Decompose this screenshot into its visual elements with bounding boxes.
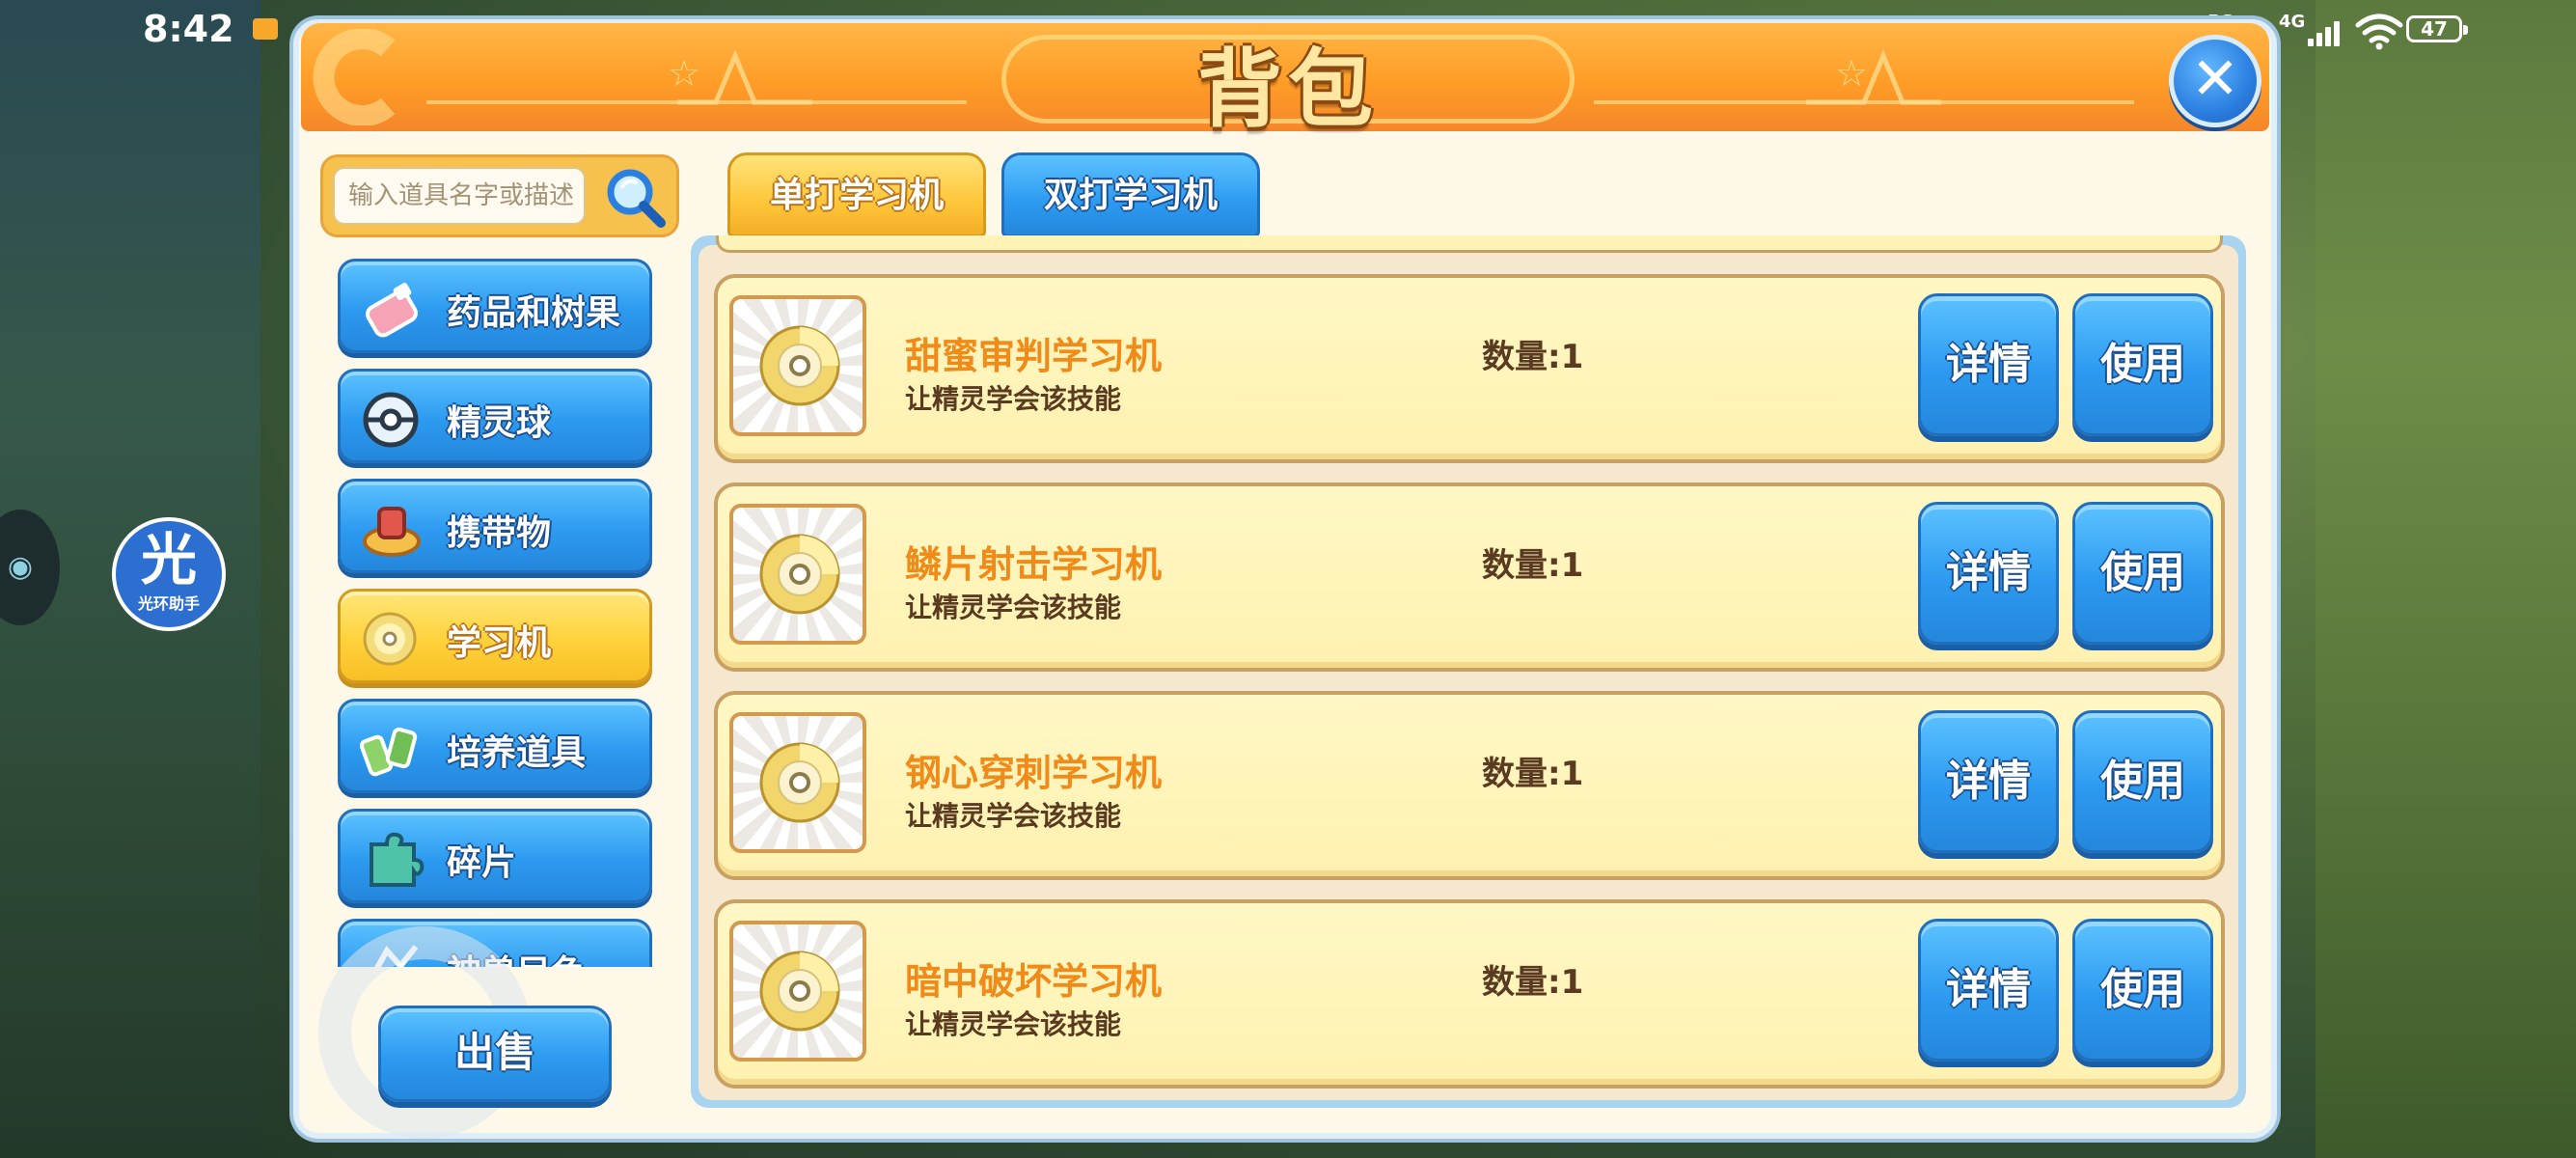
use-button[interactable]: 使用 <box>2072 293 2213 436</box>
pokeball-icon <box>363 392 419 448</box>
item-quantity: 数量:1 <box>1482 963 1584 1002</box>
zigzag-decoration-icon <box>677 49 812 105</box>
detail-button[interactable]: 详情 <box>1918 502 2059 645</box>
training-item-icon <box>359 727 418 777</box>
item-description: 让精灵学会该技能 <box>905 383 1122 415</box>
item-quantity: 数量:1 <box>1482 338 1584 376</box>
status-time: 8:42 <box>143 8 234 50</box>
item-quantity: 数量:1 <box>1482 546 1584 585</box>
detail-button[interactable]: 详情 <box>1918 710 2059 853</box>
signal-4g-label: 4G <box>2279 12 2306 32</box>
zigzag-decoration-icon <box>1806 49 1941 105</box>
helper-label: 光环助手 <box>137 594 200 613</box>
game-background-right <box>2316 0 2576 1158</box>
item-description: 让精灵学会该技能 <box>905 592 1122 623</box>
use-button[interactable]: 使用 <box>2072 710 2213 853</box>
item-thumbnail <box>729 504 866 645</box>
item-name: 甜蜜审判学习机 <box>905 335 1163 377</box>
detail-button[interactable]: 详情 <box>1918 293 2059 436</box>
category-label: 碎片 <box>447 843 517 883</box>
item-description: 让精灵学会该技能 <box>905 800 1122 832</box>
battery-icon: 47 <box>2406 15 2468 42</box>
tab-double-battle-tm[interactable]: 双打学习机 <box>1001 152 1260 237</box>
notification-icon <box>253 18 278 40</box>
item-name: 鳞片射击学习机 <box>905 543 1163 586</box>
wifi-icon <box>2355 14 2403 50</box>
category-label: 携带物 <box>447 513 552 553</box>
disc-icon <box>759 325 840 406</box>
item-thumbnail <box>729 712 866 853</box>
disc-icon <box>759 951 840 1032</box>
use-button[interactable]: 使用 <box>2072 919 2213 1062</box>
sell-button[interactable]: 出售 <box>378 1006 612 1102</box>
search-bar <box>320 154 679 237</box>
dialog-title: 背包 <box>1196 40 1379 139</box>
category-sidebar: 药品和树果 精灵球 携带物 学习机 培养道具 碎片 <box>334 255 658 967</box>
close-icon: ✕ <box>2190 45 2240 113</box>
helper-glyph: 光 <box>140 527 197 593</box>
category-fragments[interactable]: 碎片 <box>338 809 652 903</box>
signal-bars-icon <box>2308 15 2344 46</box>
header-decoration-icon <box>313 29 396 125</box>
item-description: 让精灵学会该技能 <box>905 1008 1122 1040</box>
use-button[interactable]: 使用 <box>2072 502 2213 645</box>
category-label: 培养道具 <box>447 733 587 773</box>
detail-button[interactable]: 详情 <box>1918 919 2059 1062</box>
item-name: 暗中破坏学习机 <box>905 960 1163 1003</box>
category-label: 精灵球 <box>447 403 552 443</box>
potion-icon <box>366 283 418 338</box>
tab-single-battle-tm[interactable]: 单打学习机 <box>727 152 986 237</box>
category-held-items[interactable]: 携带物 <box>338 479 652 573</box>
held-item-icon <box>363 507 421 557</box>
list-item: 鳞片射击学习机 让精灵学会该技能 数量:1 详情 使用 <box>714 482 2225 672</box>
item-thumbnail <box>729 921 866 1062</box>
previous-item-edge <box>716 235 2223 253</box>
disc-icon <box>759 742 840 823</box>
item-name: 钢心穿刺学习机 <box>905 752 1163 794</box>
category-medicine-berries[interactable]: 药品和树果 <box>338 259 652 353</box>
item-thumbnail <box>729 295 866 436</box>
category-label: 药品和树果 <box>447 293 621 333</box>
disc-icon <box>363 612 417 666</box>
item-quantity: 数量:1 <box>1482 755 1584 793</box>
list-item: 甜蜜审判学习机 让精灵学会该技能 数量:1 详情 使用 <box>714 274 2225 463</box>
search-input[interactable] <box>333 167 586 225</box>
category-pokeballs[interactable]: 精灵球 <box>338 369 652 463</box>
close-button[interactable]: ✕ <box>2169 35 2261 127</box>
puzzle-piece-icon <box>370 832 425 887</box>
category-tm[interactable]: 学习机 <box>338 589 652 683</box>
magnifier-icon[interactable] <box>601 163 671 233</box>
category-label: 学习机 <box>447 623 552 663</box>
category-training-items[interactable]: 培养道具 <box>338 699 652 793</box>
helper-assistant-button[interactable]: 光 光环助手 <box>112 517 226 631</box>
list-item: 钢心穿刺学习机 让精灵学会该技能 数量:1 详情 使用 <box>714 691 2225 880</box>
disc-icon <box>759 534 840 615</box>
list-item: 暗中破坏学习机 让精灵学会该技能 数量:1 详情 使用 <box>714 899 2225 1089</box>
